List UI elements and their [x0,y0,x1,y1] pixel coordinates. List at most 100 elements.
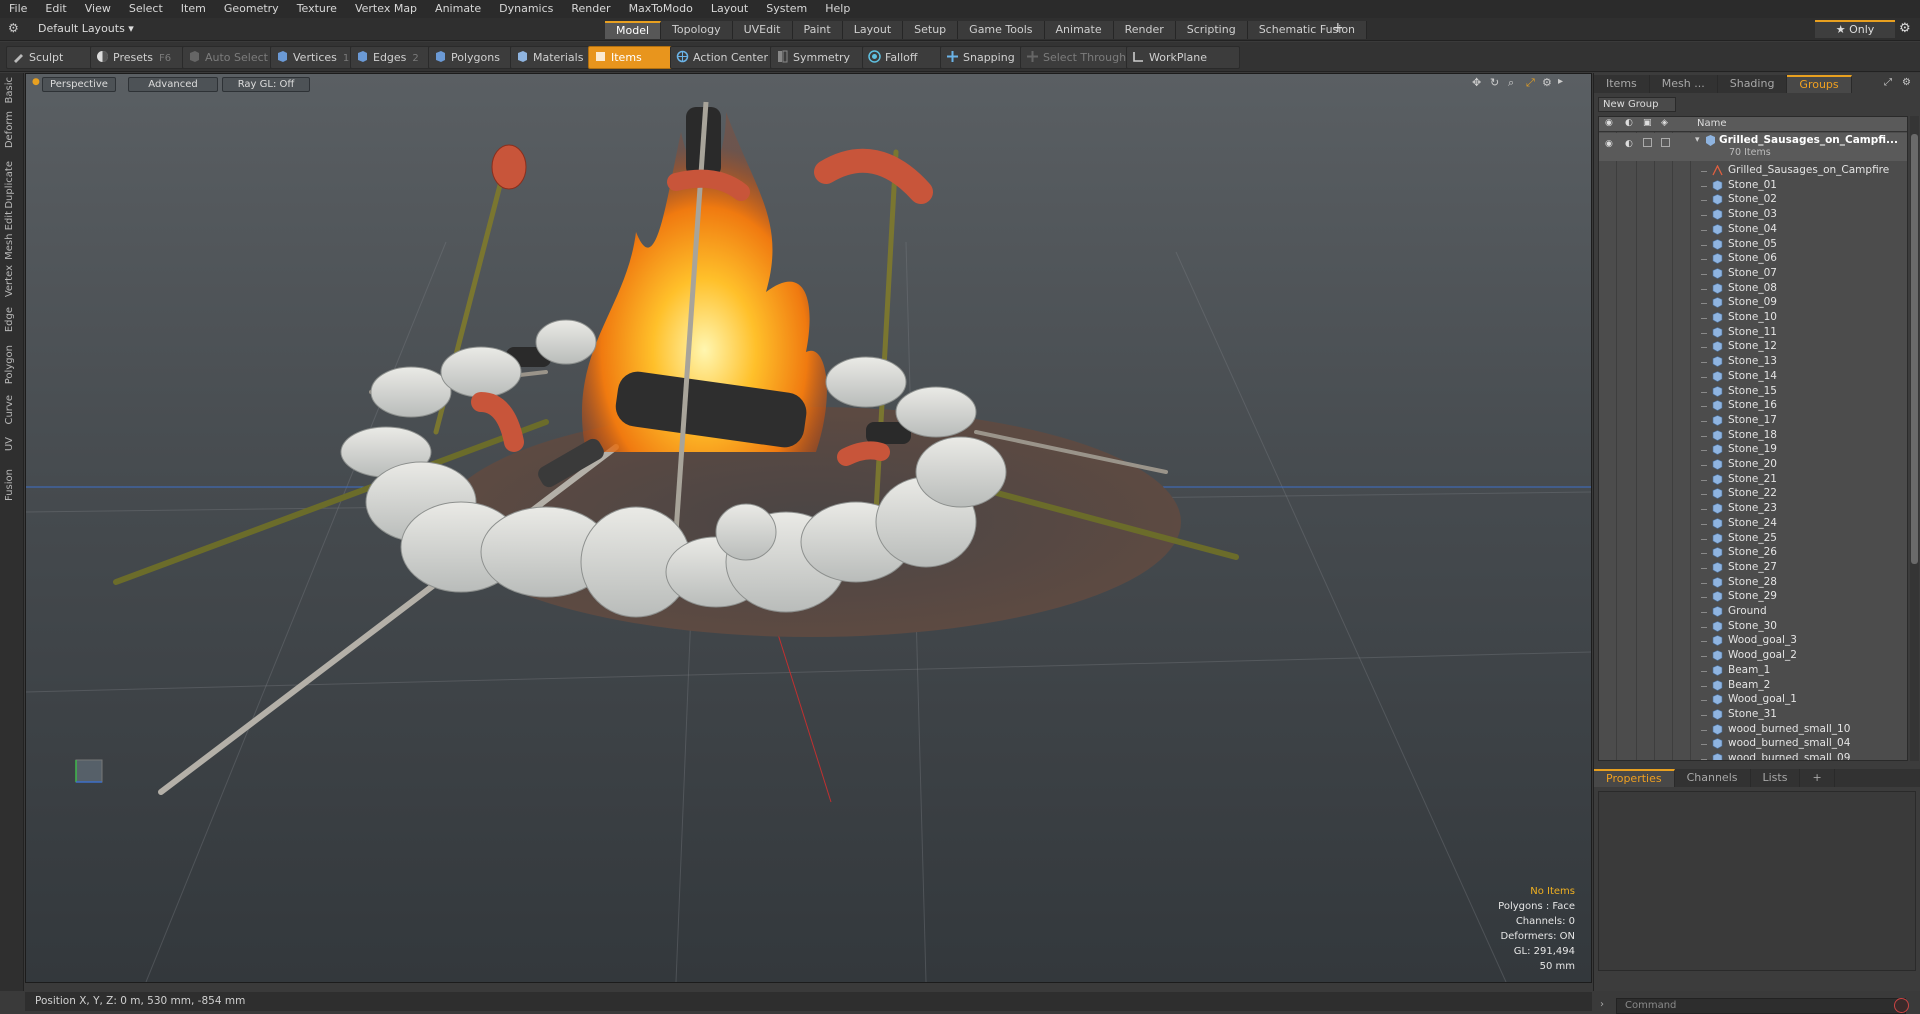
tool-tab-vertex[interactable]: Vertex [0,265,23,305]
tool-tab-uv[interactable]: UV [0,437,23,467]
perspective-button[interactable]: Perspective [42,77,116,92]
only-button[interactable]: ★ Only [1815,20,1895,38]
tool-tab-fusion[interactable]: Fusion [0,469,23,515]
advanced-button[interactable]: Advanced [128,77,218,92]
scrollbar-thumb[interactable] [1911,134,1918,564]
tab-schematic-fusion[interactable]: Schematic Fusion [1247,21,1368,39]
tree-connector [1701,288,1707,290]
menu-maxtomodo[interactable]: MaxToModo [620,0,702,18]
name-column-header[interactable]: Name [1697,118,1727,129]
menu-select[interactable]: Select [120,0,172,18]
move-view-icon[interactable]: ✥ [1472,76,1481,89]
gear-icon[interactable]: ⚙ [1899,21,1911,36]
tool-tab-edge[interactable]: Edge [0,307,23,343]
mesh-icon [1712,679,1723,691]
tool-tab-label: Fusion [4,469,15,501]
raygl-button[interactable]: Ray GL: Off [222,77,310,92]
expand-toggle-icon[interactable]: ▾ [1695,135,1700,145]
tree-item-label: Stone_10 [1728,311,1777,323]
tree-scrollbar[interactable] [1910,116,1919,761]
mesh-icon [1712,341,1723,353]
panel-tab-groups[interactable]: Groups [1787,75,1852,93]
render-toggle-icon[interactable]: ◐ [1625,139,1633,149]
menu-layout[interactable]: Layout [702,0,757,18]
menu-file[interactable]: File [0,0,36,18]
menu-geometry[interactable]: Geometry [215,0,288,18]
tool-tab-basic[interactable]: Basic [0,77,23,109]
tree-item-label: Stone_31 [1728,707,1777,720]
add-tab-button[interactable]: + [1332,20,1344,36]
mesh-icon [1712,400,1723,412]
group-root-row[interactable]: ◉ ◐ ▾ Grilled_Sausages_on_Campfi... 70 I… [1599,133,1907,161]
mesh-icon [1712,503,1723,514]
tab-uvedit[interactable]: UVEdit [732,21,793,39]
properties-tab-lists[interactable]: Lists [1750,769,1801,787]
tab-render[interactable]: Render [1113,21,1176,39]
mesh-icon [1712,459,1723,470]
tree-item-row[interactable]: wood_burned_small_09 [1599,750,1907,760]
properties-tab-channels[interactable]: Channels [1674,769,1751,787]
tab-topology[interactable]: Topology [661,21,733,39]
3d-viewport[interactable]: ● Perspective Advanced Ray GL: Off ✥ ↻ ⌕… [25,73,1592,983]
tab-paint[interactable]: Paint [792,21,843,39]
command-input[interactable]: Command [1616,998,1906,1014]
mesh-icon [1712,606,1723,617]
tool-tab-polygon[interactable]: Polygon [0,345,23,393]
menu-system[interactable]: System [757,0,816,18]
layout-options-icon[interactable]: ⚙ [8,21,19,35]
tab-layout[interactable]: Layout [842,21,904,39]
tab-scripting[interactable]: Scripting [1175,21,1248,39]
tool-tab-label: Deform [4,111,15,149]
viewport-more-icon[interactable]: ▸ [1558,76,1563,87]
tool-tab-deform[interactable]: Deform [0,111,23,159]
viewport-menu-icon[interactable]: ● [32,77,40,87]
tab-setup[interactable]: Setup [903,21,959,39]
panel-settings-icon[interactable]: ⚙ [1902,77,1911,88]
properties-tab-properties[interactable]: Properties [1594,769,1675,787]
layout-dropdown[interactable]: Default Layouts ▾ [38,22,134,35]
tree-connector [1701,303,1707,305]
properties-tabs: Properties Channels Lists + [1594,769,1920,787]
menu-render[interactable]: Render [562,0,619,18]
menu-view[interactable]: View [76,0,120,18]
tree-item-label: Stone_29 [1728,590,1777,603]
viewport-settings-icon[interactable]: ⚙ [1542,76,1552,89]
tool-tab-curve[interactable]: Curve [0,395,23,435]
tool-tab-mesh-edit[interactable]: Mesh Edit [0,211,23,263]
rotate-view-icon[interactable]: ↻ [1490,76,1499,89]
properties-tab-add[interactable]: + [1800,769,1835,787]
zoom-view-icon[interactable]: ⌕ [1508,76,1514,90]
lock-toggle-icon[interactable] [1643,138,1652,147]
panel-tab-items[interactable]: Items [1594,75,1650,93]
panel-expand-icon[interactable]: ⤢ [1884,77,1892,88]
command-history-icon[interactable]: › [1600,999,1604,1010]
tool-tab-duplicate[interactable]: Duplicate [0,161,23,209]
menu-item[interactable]: Item [172,0,215,18]
panel-tab-mesh-[interactable]: Mesh ... [1649,75,1718,93]
menu-animate[interactable]: Animate [426,0,490,18]
tab-game-tools[interactable]: Game Tools [958,21,1045,39]
z-axis-line [770,611,832,803]
menu-vertex-map[interactable]: Vertex Map [346,0,426,18]
workplane-icon [1133,52,1143,62]
panel-tab-shading[interactable]: Shading [1717,75,1788,93]
workplane-button[interactable]: WorkPlane [1126,46,1240,69]
mesh-icon [1712,444,1723,456]
new-group-button[interactable]: New Group [1598,97,1676,112]
tab-animate[interactable]: Animate [1044,21,1114,39]
tree-connector [1701,670,1707,672]
mesh-icon [1712,326,1723,338]
visibility-toggle-icon[interactable]: ◉ [1605,139,1613,149]
mesh-icon [1712,268,1723,279]
fit-view-icon[interactable]: ⤢ [1526,76,1535,90]
tab-model[interactable]: Model [605,21,662,39]
menu-texture[interactable]: Texture [288,0,346,18]
menu-help[interactable]: Help [816,0,859,18]
menu-edit[interactable]: Edit [36,0,75,18]
select-toggle-icon[interactable] [1661,138,1670,147]
tree-item-label: Stone_20 [1728,458,1777,470]
tree-item-label: Stone_05 [1728,237,1777,250]
tree-connector [1701,273,1707,275]
tree-item-label: Stone_16 [1728,399,1777,412]
menu-dynamics[interactable]: Dynamics [490,0,562,18]
